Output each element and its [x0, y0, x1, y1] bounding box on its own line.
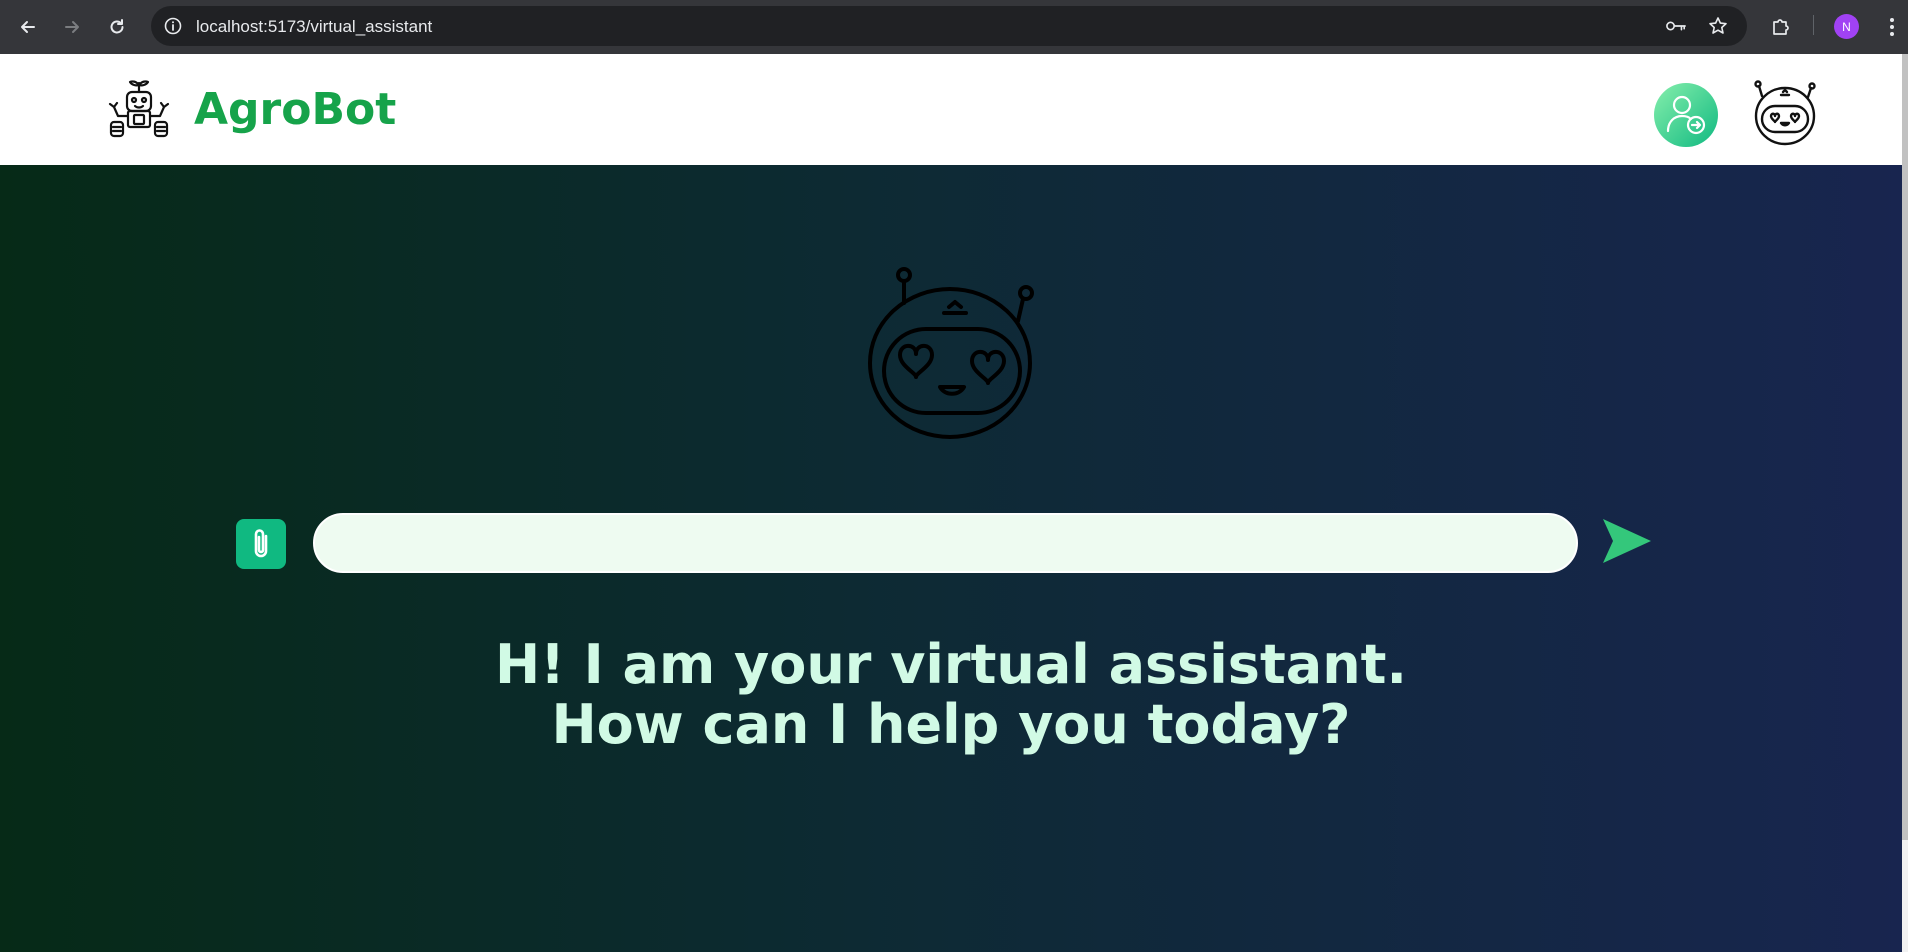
address-bar[interactable]: localhost:5173/virtual_assistant — [151, 6, 1747, 46]
back-button[interactable] — [14, 13, 42, 41]
attach-file-button[interactable] — [236, 519, 286, 569]
page-scrollbar[interactable] — [1902, 54, 1908, 952]
more-vertical-icon — [1890, 18, 1894, 36]
login-button[interactable] — [1654, 83, 1718, 147]
password-key-icon[interactable] — [1666, 16, 1686, 36]
url-text[interactable]: localhost:5173/virtual_assistant — [196, 17, 432, 37]
arrow-right-icon — [65, 21, 79, 33]
message-input[interactable] — [313, 513, 1578, 573]
reload-button[interactable] — [103, 13, 131, 41]
bookmark-star-icon[interactable] — [1708, 16, 1728, 36]
farm-robot-icon — [108, 80, 170, 138]
greeting-line-1: H! I am your virtual assistant. — [495, 633, 1407, 696]
greeting-line-2: How can I help you today? — [551, 693, 1351, 756]
page-viewport: AgroBot H! I am your virtual assistant. … — [0, 54, 1902, 952]
menu-button[interactable] — [1879, 14, 1905, 40]
paperclip-icon — [254, 529, 268, 558]
site-info-icon[interactable] — [163, 16, 183, 36]
profile-avatar[interactable]: N — [1834, 14, 1859, 39]
assistant-hero: H! I am your virtual assistant. How can … — [0, 165, 1902, 952]
user-login-icon — [1666, 95, 1706, 135]
extensions-button[interactable] — [1768, 14, 1794, 40]
reload-icon — [110, 19, 124, 34]
brand-name[interactable]: AgroBot — [194, 88, 396, 132]
send-button[interactable] — [1600, 515, 1654, 567]
forward-button[interactable] — [58, 13, 86, 41]
browser-toolbar: localhost:5173/virtual_assistant N — [0, 0, 1908, 54]
app-header: AgroBot — [0, 54, 1902, 165]
arrow-left-icon — [21, 21, 35, 33]
greeting-text: H! I am your virtual assistant. How can … — [351, 635, 1551, 755]
robot-face-icon[interactable] — [1752, 76, 1818, 146]
robot-face-heart-eyes-icon — [868, 267, 1034, 439]
puzzle-icon — [1773, 19, 1789, 35]
toolbar-divider — [1813, 15, 1814, 35]
scrollbar-thumb[interactable] — [1902, 54, 1908, 840]
send-arrow-icon — [1603, 519, 1651, 563]
